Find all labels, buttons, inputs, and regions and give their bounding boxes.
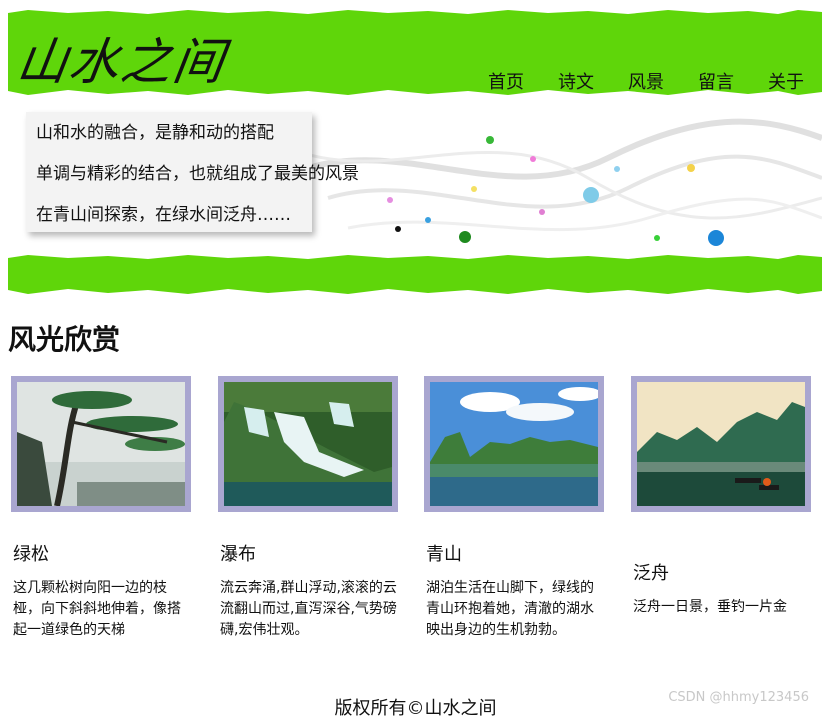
mountain-lake-photo [430, 382, 598, 506]
quote-line: 单调与精彩的结合，也就组成了最美的风景 [36, 164, 359, 184]
site-logo[interactable]: 山水之间 [13, 22, 231, 94]
grunge-edge [8, 8, 822, 18]
card-title: 瀑布 [220, 544, 256, 565]
waterfall-photo [224, 382, 392, 506]
card-title: 青山 [426, 544, 462, 565]
site-header: 山水之间 首页 诗文 风景 留言 关于 [8, 8, 822, 98]
quote-line: 山和水的融合，是静和动的搭配 [36, 123, 274, 143]
boating-photo [637, 382, 805, 506]
grunge-edge [8, 90, 822, 98]
photo-frame[interactable] [424, 376, 604, 512]
hero-banner: 山和水的融合，是静和动的搭配 单调与精彩的结合，也就组成了最美的风景 在青山间探… [8, 98, 822, 253]
card-title: 绿松 [13, 544, 49, 565]
decorative-swirl [288, 118, 822, 246]
scenery-card: 泛舟 泛舟一日景，垂钓一片金 [631, 376, 811, 615]
quote-card: 山和水的融合，是静和动的搭配 单调与精彩的结合，也就组成了最美的风景 在青山间探… [26, 112, 359, 232]
card-title: 泛舟 [633, 563, 669, 584]
card-text: 泛舟一日景，垂钓一片金 [633, 599, 787, 615]
scenery-card: 青山 湖泊生活在山脚下，绿线的青山环抱着她，清澈的湖水映出身边的生机勃勃。 [424, 376, 604, 638]
green-band [8, 253, 822, 297]
grunge-edge [8, 289, 822, 297]
scenery-card: 瀑布 流云奔涌,群山浮动,滚滚的云流翻山而过,直泻深谷,气势磅礴,宏伟壮观。 [218, 376, 398, 638]
watermark: CSDN @hhmy123456 [668, 690, 809, 705]
card-text: 这几颗松树向阳一边的枝桠，向下斜斜地伸着，像搭起一道绿色的天梯 [13, 580, 181, 638]
photo-frame[interactable] [218, 376, 398, 512]
page: 山水之间 首页 诗文 风景 留言 关于 山和水的融合，是静和动的搭配 单调与精彩… [0, 0, 831, 719]
pine-photo [17, 382, 185, 506]
scenery-card: 绿松 这几颗松树向阳一边的枝桠，向下斜斜地伸着，像搭起一道绿色的天梯 [11, 376, 191, 638]
photo-frame[interactable] [631, 376, 811, 512]
section-title: 风光欣赏 [8, 323, 121, 356]
card-text: 湖泊生活在山脚下，绿线的青山环抱着她，清澈的湖水映出身边的生机勃勃。 [426, 580, 594, 638]
quote-line: 在青山间探索，在绿水间泛舟…… [36, 205, 291, 225]
card-text: 流云奔涌,群山浮动,滚滚的云流翻山而过,直泻深谷,气势磅礴,宏伟壮观。 [220, 580, 397, 638]
grunge-edge [8, 253, 822, 259]
photo-frame[interactable] [11, 376, 191, 512]
